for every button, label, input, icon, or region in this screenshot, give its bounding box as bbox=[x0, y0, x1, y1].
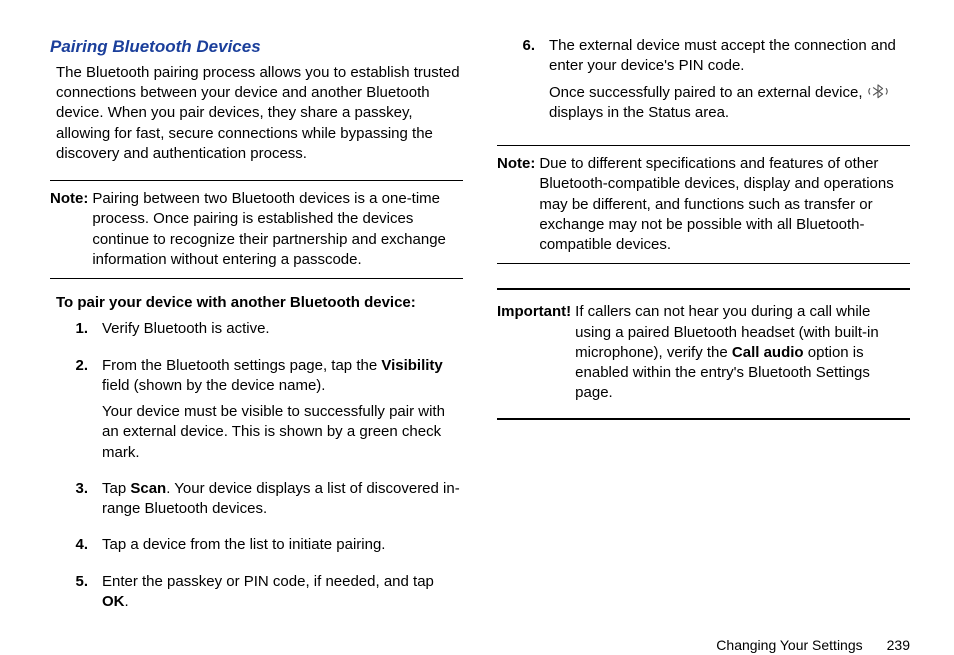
page-footer: Changing Your Settings 239 bbox=[50, 628, 910, 655]
bluetooth-connected-icon bbox=[867, 84, 889, 100]
two-column-layout: Pairing Bluetooth Devices The Bluetooth … bbox=[50, 36, 910, 628]
note-body: Due to different specifications and feat… bbox=[539, 154, 910, 255]
bold-term: Visibility bbox=[381, 357, 442, 374]
step-6: The external device must accept the conn… bbox=[507, 36, 910, 129]
step-text: From the Bluetooth settings page, tap th… bbox=[102, 356, 463, 397]
note-label: Note: bbox=[497, 154, 535, 255]
steps-list-part2: The external device must accept the conn… bbox=[497, 36, 910, 139]
step-5: Enter the passkey or PIN code, if needed… bbox=[60, 572, 463, 619]
note-block: Note: Pairing between two Bluetooth devi… bbox=[50, 180, 463, 279]
left-column: Pairing Bluetooth Devices The Bluetooth … bbox=[50, 36, 463, 628]
step-text: The external device must accept the conn… bbox=[549, 36, 910, 77]
important-body: If callers can not hear you during a cal… bbox=[575, 302, 910, 403]
divider bbox=[497, 288, 910, 290]
step-text: Tap Scan. Your device displays a list of… bbox=[102, 479, 463, 520]
step-text: Tap a device from the list to initiate p… bbox=[102, 535, 463, 555]
step-text: Once successfully paired to an external … bbox=[549, 83, 910, 124]
step-text: Enter the passkey or PIN code, if needed… bbox=[102, 572, 463, 613]
steps-list-part1: Verify Bluetooth is active. From the Blu… bbox=[50, 319, 463, 628]
note-label: Note: bbox=[50, 189, 88, 270]
step-2: From the Bluetooth settings page, tap th… bbox=[60, 356, 463, 469]
page-number: 239 bbox=[887, 636, 910, 655]
step-3: Tap Scan. Your device displays a list of… bbox=[60, 479, 463, 526]
note-block: Note: Due to different specifications an… bbox=[497, 145, 910, 264]
intro-paragraph: The Bluetooth pairing process allows you… bbox=[56, 63, 463, 164]
right-column: The external device must accept the conn… bbox=[497, 36, 910, 628]
bold-term: Call audio bbox=[732, 344, 804, 361]
procedure-subheading: To pair your device with another Bluetoo… bbox=[56, 293, 463, 313]
section-heading: Pairing Bluetooth Devices bbox=[50, 36, 463, 59]
manual-page: Pairing Bluetooth Devices The Bluetooth … bbox=[0, 0, 954, 636]
step-4: Tap a device from the list to initiate p… bbox=[60, 535, 463, 561]
important-block: Important! If callers can not hear you d… bbox=[497, 302, 910, 403]
bold-term: OK bbox=[102, 593, 125, 610]
bold-term: Scan bbox=[130, 480, 166, 497]
note-body: Pairing between two Bluetooth devices is… bbox=[92, 189, 463, 270]
divider bbox=[497, 418, 910, 420]
step-1: Verify Bluetooth is active. bbox=[60, 319, 463, 345]
chapter-title: Changing Your Settings bbox=[716, 636, 862, 655]
step-text: Verify Bluetooth is active. bbox=[102, 319, 463, 339]
step-text: Your device must be visible to successfu… bbox=[102, 402, 463, 463]
important-label: Important! bbox=[497, 302, 571, 403]
